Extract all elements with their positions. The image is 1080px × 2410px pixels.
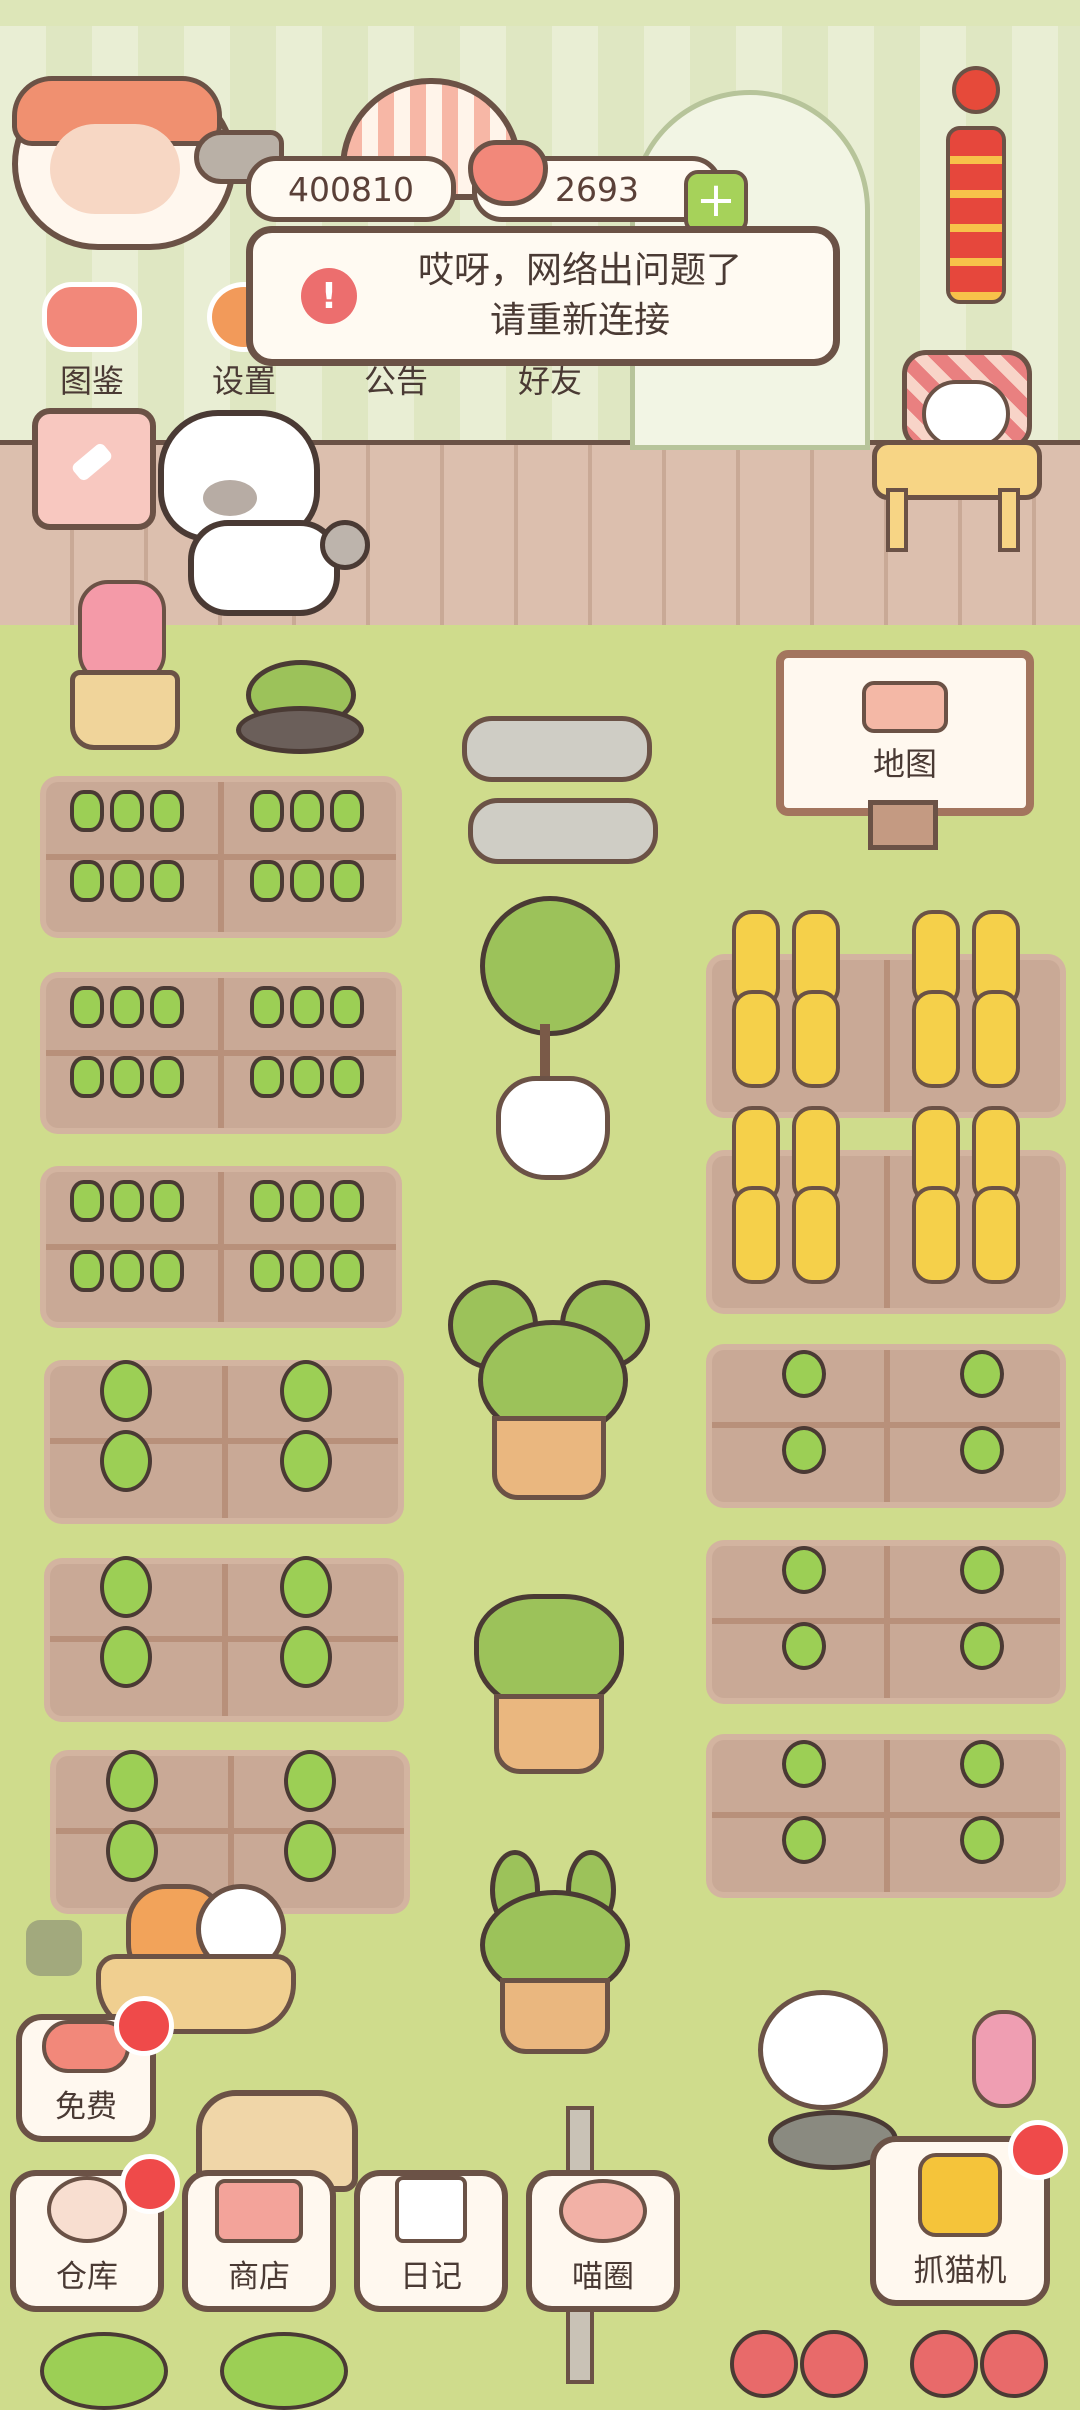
map-label: 地图 (872, 745, 937, 783)
error-message-line1: 哎呀，网络出问题了 (417, 250, 742, 291)
home-toggle-icon[interactable] (26, 1920, 82, 1976)
white-cat-character[interactable] (148, 410, 370, 616)
radish-crop-group (720, 2290, 1050, 2401)
leafy-crop-group (70, 1350, 400, 1910)
notification-badge (1008, 2120, 1068, 2180)
cat-planet-icon (559, 2179, 647, 2243)
add-currency-button[interactable]: + (684, 170, 748, 234)
pink-flower-basket[interactable] (66, 580, 180, 750)
fish-currency-counter: 400810 (246, 156, 456, 222)
pink-hyacinth-plant (960, 2010, 1040, 2130)
diary-button[interactable]: 日记 (354, 2170, 508, 2312)
notification-badge (120, 2154, 180, 2214)
pencil-icon (70, 441, 114, 483)
cat-circle-label: 喵圈 (572, 2259, 634, 2295)
storage-icon (47, 2176, 127, 2243)
cat-book-icon (42, 282, 142, 352)
error-message-line2: 请重新连接 (489, 300, 670, 341)
claw-icon (918, 2153, 1002, 2237)
stepping-stone (462, 716, 652, 782)
shop-icon (215, 2179, 303, 2243)
storage-label: 仓库 (56, 2259, 118, 2295)
network-error-toast[interactable]: ! 哎呀，网络出问题了 请重新连接 (246, 226, 840, 366)
diary-icon (395, 2176, 467, 2243)
warning-icon: ! (301, 268, 357, 324)
bunny-shaped-potted-bush[interactable] (480, 1850, 630, 2054)
shop-button[interactable]: 商店 (182, 2170, 336, 2312)
wall-trim (0, 0, 1080, 26)
map-signpost[interactable]: 地图 (776, 650, 1034, 816)
firecracker-ornament (942, 66, 1006, 306)
seedling-group (780, 1350, 1040, 1890)
sign-post (868, 800, 938, 850)
fence-map-icon (862, 681, 948, 733)
corn-crop-group (722, 910, 1062, 1300)
notification-badge (114, 1996, 174, 2056)
claw-machine-label: 抓猫机 (913, 2253, 1007, 2289)
pumpkin-crop-group (30, 2316, 360, 2410)
mouse-shaped-potted-bush[interactable] (448, 1280, 650, 1500)
fish-count: 400810 (288, 169, 414, 209)
cat-shaped-potted-bush[interactable] (474, 1594, 624, 1774)
free-label: 免费 (55, 2089, 117, 2125)
heart-count: 2693 (555, 169, 639, 209)
menu-catalog-button[interactable]: 图鉴 (32, 282, 152, 402)
cat-circle-button[interactable]: 喵圈 (526, 2170, 680, 2312)
calendar-checkin-button[interactable] (32, 408, 156, 530)
stepping-stone (468, 798, 658, 864)
diary-label: 日记 (400, 2259, 462, 2295)
seedling-group (60, 780, 390, 1320)
cat-bed-bush[interactable] (236, 660, 364, 754)
menu-catalog-label: 图鉴 (59, 362, 124, 400)
chair-with-bunny[interactable] (872, 340, 1042, 552)
topiary-tree-in-sack[interactable] (474, 896, 624, 1180)
shop-label: 商店 (228, 2259, 290, 2295)
